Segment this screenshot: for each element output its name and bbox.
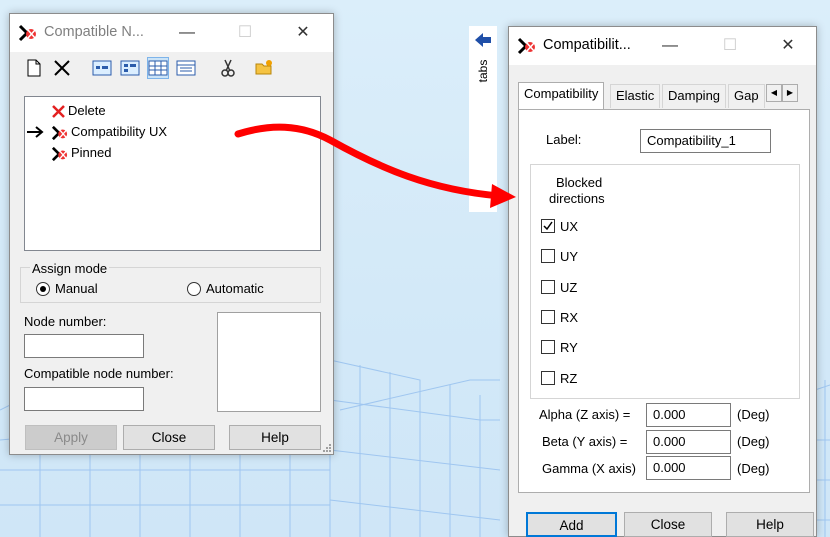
annotation-arrow [234, 123, 516, 208]
